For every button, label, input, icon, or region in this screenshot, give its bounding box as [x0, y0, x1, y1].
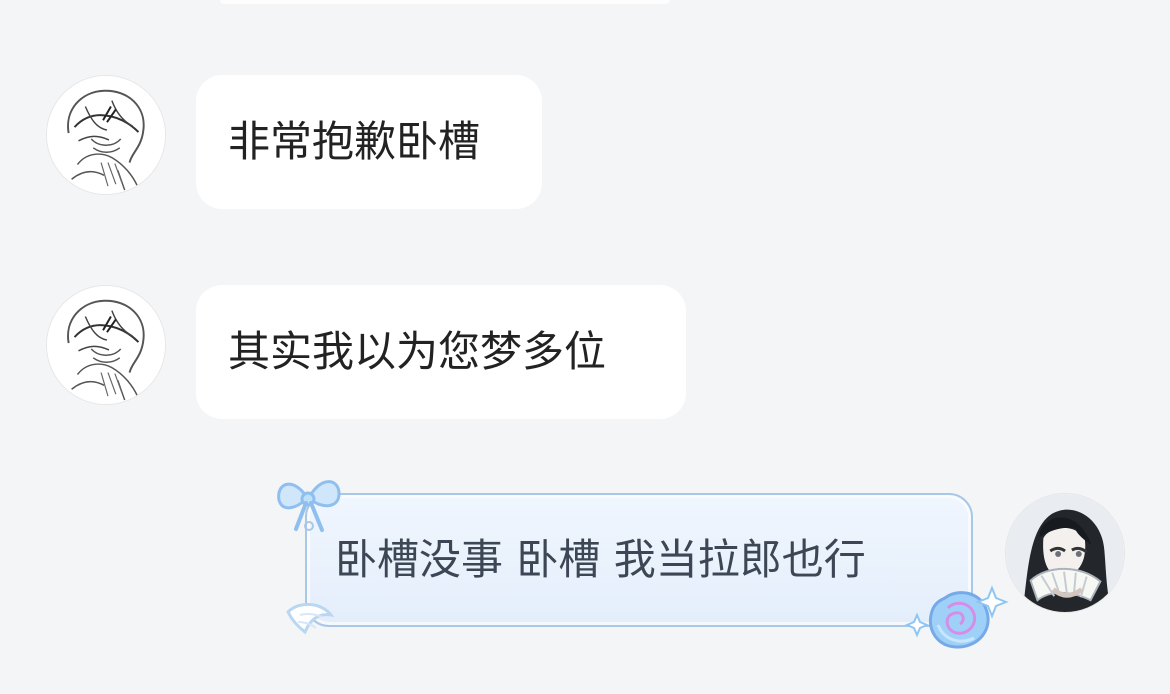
sketch-character-avatar-icon — [47, 286, 165, 404]
sender-avatar[interactable] — [46, 285, 166, 405]
bow-decoration-icon — [277, 480, 341, 532]
wing-decoration-icon — [286, 603, 335, 635]
outgoing-message-bubble[interactable]: 卧槽没事 卧槽 我当拉郎也行 — [305, 493, 973, 627]
sender-avatar[interactable] — [46, 75, 166, 195]
message-text: 其实我以为您梦多位 — [228, 327, 607, 376]
my-avatar[interactable] — [1005, 493, 1125, 613]
rose-sparkle-decoration-icon — [904, 585, 1009, 649]
previous-message-edge — [220, 0, 670, 4]
dark-hair-character-avatar-icon — [1006, 494, 1124, 612]
message-text: 卧槽没事 卧槽 我当拉郎也行 — [335, 535, 866, 584]
message-text: 非常抱歉卧槽 — [228, 117, 481, 166]
incoming-message-bubble[interactable]: 非常抱歉卧槽 — [196, 75, 542, 209]
incoming-message-bubble[interactable]: 其实我以为您梦多位 — [196, 285, 686, 419]
sketch-character-avatar-icon — [47, 76, 165, 194]
chat-area[interactable]: 非常抱歉卧槽 其实我以为您梦多位 卧槽没事 卧槽 我当拉郎也行 — [0, 0, 1170, 694]
